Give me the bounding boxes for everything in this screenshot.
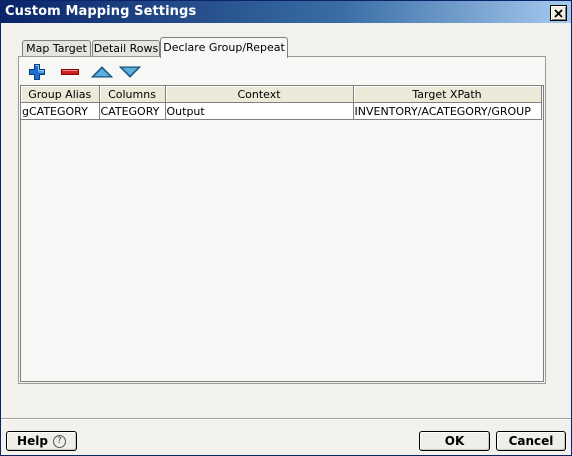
move-up-icon [90,66,114,78]
group-table[interactable]: Group Alias Columns Context Target XPath… [20,85,544,382]
cell-group-alias[interactable]: gCATEGORY [21,102,100,120]
window-title: Custom Mapping Settings [5,4,197,19]
cell-columns[interactable]: CATEGORY [99,102,166,120]
column-header-context[interactable]: Context [165,86,354,103]
tab-declare-group-repeat[interactable]: Declare Group/Repeat [160,37,288,58]
dialog-window: Custom Mapping Settings Map Target Detai… [0,0,572,456]
column-header-group-alias[interactable]: Group Alias [21,86,100,103]
move-down-button[interactable] [118,63,142,81]
table-row[interactable]: gCATEGORY CATEGORY Output INVENTORY/ACAT… [21,102,542,120]
close-icon [554,8,563,18]
table-header-row: Group Alias Columns Context Target XPath [21,86,542,103]
remove-icon [61,69,79,75]
title-bar[interactable]: Custom Mapping Settings [1,1,571,23]
column-header-columns[interactable]: Columns [99,86,166,103]
add-row-button[interactable] [26,63,48,81]
cell-context[interactable]: Output [165,102,354,120]
cancel-label: Cancel [508,434,554,448]
close-button[interactable] [550,5,567,21]
tab-label: Declare Group/Repeat [163,41,285,54]
question-circle-icon: ? [52,434,66,448]
cancel-button[interactable]: Cancel [496,431,566,451]
add-icon [29,64,45,80]
move-down-icon [118,66,142,78]
ok-button[interactable]: OK [419,431,490,451]
tab-label: Map Target [26,42,87,55]
help-button[interactable]: Help ? [6,431,77,451]
footer-separator [1,418,571,420]
tab-label: Detail Rows [93,42,159,55]
column-header-target-xpath[interactable]: Target XPath [353,86,542,103]
help-label: Help [17,434,48,448]
move-up-button[interactable] [90,63,114,81]
remove-row-button[interactable] [59,63,81,81]
cell-target-xpath[interactable]: INVENTORY/ACATEGORY/GROUP [353,102,542,120]
ok-label: OK [444,434,465,448]
